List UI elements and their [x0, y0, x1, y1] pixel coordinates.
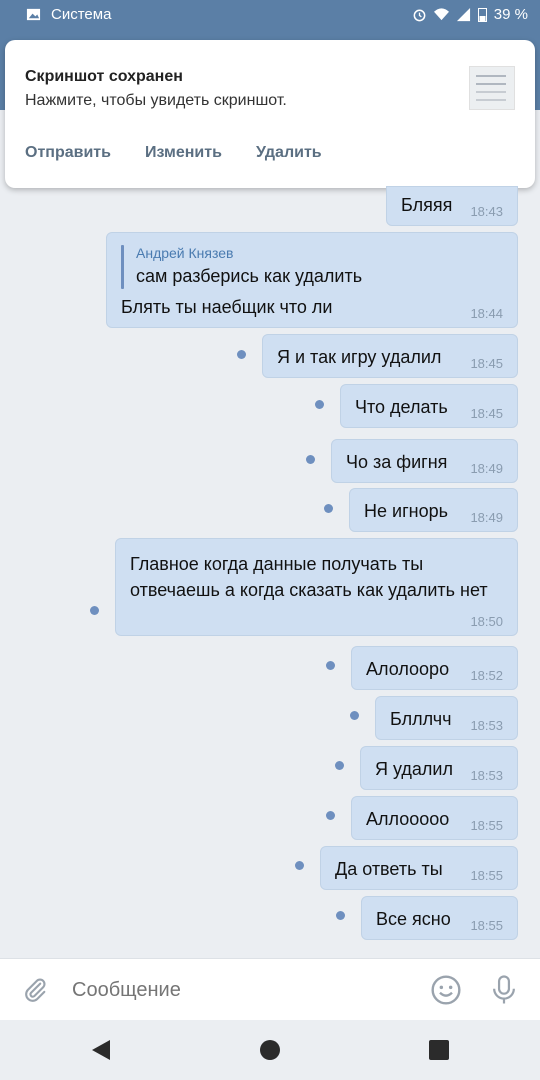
- message-time: 18:55: [470, 918, 503, 933]
- image-icon: [26, 8, 41, 21]
- message-bubble[interactable]: Все ясно 18:55: [361, 896, 518, 940]
- message-text: Все ясно: [376, 909, 451, 929]
- message-text: Я удалил: [375, 759, 453, 779]
- message-text: Не игнорь: [364, 501, 448, 521]
- message-bubble-reply[interactable]: Андрей Князев сам разберись как удалить …: [106, 232, 518, 328]
- message-text: Аллооооо: [366, 809, 450, 829]
- message-bubble[interactable]: Бляяя 18:43: [386, 186, 518, 226]
- alarm-icon: [413, 9, 426, 22]
- reply-author: Андрей Князев: [136, 245, 234, 261]
- unread-dot: [350, 711, 359, 720]
- message-bubble[interactable]: Я удалил 18:53: [360, 746, 518, 790]
- message-time: 18:53: [470, 768, 503, 783]
- wifi-icon: [433, 8, 449, 21]
- battery-percent: 39 %: [493, 6, 528, 23]
- message-time: 18:50: [470, 614, 503, 629]
- notification-title: Скриншот сохранен: [25, 68, 183, 85]
- message-time: 18:52: [470, 668, 503, 683]
- unread-dot: [295, 861, 304, 870]
- unread-dot: [326, 811, 335, 820]
- signal-icon: [456, 7, 470, 22]
- message-bubble[interactable]: Не игнорь 18:49: [349, 488, 518, 532]
- edit-button[interactable]: Изменить: [145, 144, 222, 162]
- message-bubble[interactable]: Блллчч 18:53: [375, 696, 518, 740]
- message-time: 18:44: [470, 306, 503, 321]
- status-bar: Система 39 %: [0, 0, 540, 30]
- message-bubble[interactable]: Да ответь ты 18:55: [320, 846, 518, 890]
- message-text: Главное когда данные получать ты отвечае…: [130, 554, 488, 600]
- status-app-label: Система: [51, 6, 112, 23]
- unread-dot: [335, 761, 344, 770]
- message-text: Чо за фигня: [346, 452, 448, 472]
- message-text: Что делать: [355, 397, 448, 417]
- message-input[interactable]: [72, 979, 392, 1002]
- message-text: Я и так игру удалил: [277, 347, 442, 367]
- unread-dot: [324, 504, 333, 513]
- message-time: 18:45: [470, 406, 503, 421]
- message-time: 18:43: [470, 204, 503, 219]
- battery-icon: [477, 8, 487, 22]
- message-text: Алолооро: [366, 659, 450, 679]
- recents-icon[interactable]: [427, 1038, 451, 1062]
- notification-body: Нажмите, чтобы увидеть скриншот.: [25, 92, 287, 109]
- reply-quote-bar: [121, 245, 124, 289]
- emoji-icon[interactable]: [429, 973, 463, 1007]
- message-time: 18:55: [470, 818, 503, 833]
- message-text: Да ответь ты: [335, 859, 443, 879]
- system-nav-bar: [0, 1020, 540, 1080]
- message-bubble[interactable]: Я и так игру удалил 18:45: [262, 334, 518, 378]
- delete-button[interactable]: Удалить: [256, 144, 322, 162]
- message-text: Блллчч: [390, 709, 452, 729]
- reply-quote-text: сам разберись как удалить: [136, 266, 363, 286]
- message-bubble[interactable]: Что делать 18:45: [340, 384, 518, 428]
- message-bubble[interactable]: Главное когда данные получать ты отвечае…: [115, 538, 518, 636]
- message-time: 18:49: [470, 461, 503, 476]
- unread-dot: [326, 661, 335, 670]
- message-time: 18:49: [470, 510, 503, 525]
- microphone-icon[interactable]: [487, 973, 521, 1007]
- attach-icon[interactable]: [18, 973, 52, 1007]
- message-text: Бляяя: [401, 195, 453, 215]
- unread-dot: [90, 606, 99, 615]
- share-button[interactable]: Отправить: [25, 144, 111, 162]
- message-composer: [0, 958, 540, 1020]
- unread-dot: [306, 455, 315, 464]
- message-bubble[interactable]: Алолооро 18:52: [351, 646, 518, 690]
- message-time: 18:55: [470, 868, 503, 883]
- message-text: Блять ты наебщик что ли: [121, 297, 333, 317]
- unread-dot: [237, 350, 246, 359]
- screenshot-thumbnail[interactable]: [469, 66, 515, 110]
- unread-dot: [315, 400, 324, 409]
- unread-dot: [336, 911, 345, 920]
- back-icon[interactable]: [89, 1038, 113, 1062]
- message-time: 18:53: [470, 718, 503, 733]
- message-time: 18:45: [470, 356, 503, 371]
- message-bubble[interactable]: Чо за фигня 18:49: [331, 439, 518, 483]
- message-bubble[interactable]: Аллооооо 18:55: [351, 796, 518, 840]
- screenshot-notification[interactable]: Скриншот сохранен Нажмите, чтобы увидеть…: [5, 40, 535, 188]
- home-icon[interactable]: [258, 1038, 282, 1062]
